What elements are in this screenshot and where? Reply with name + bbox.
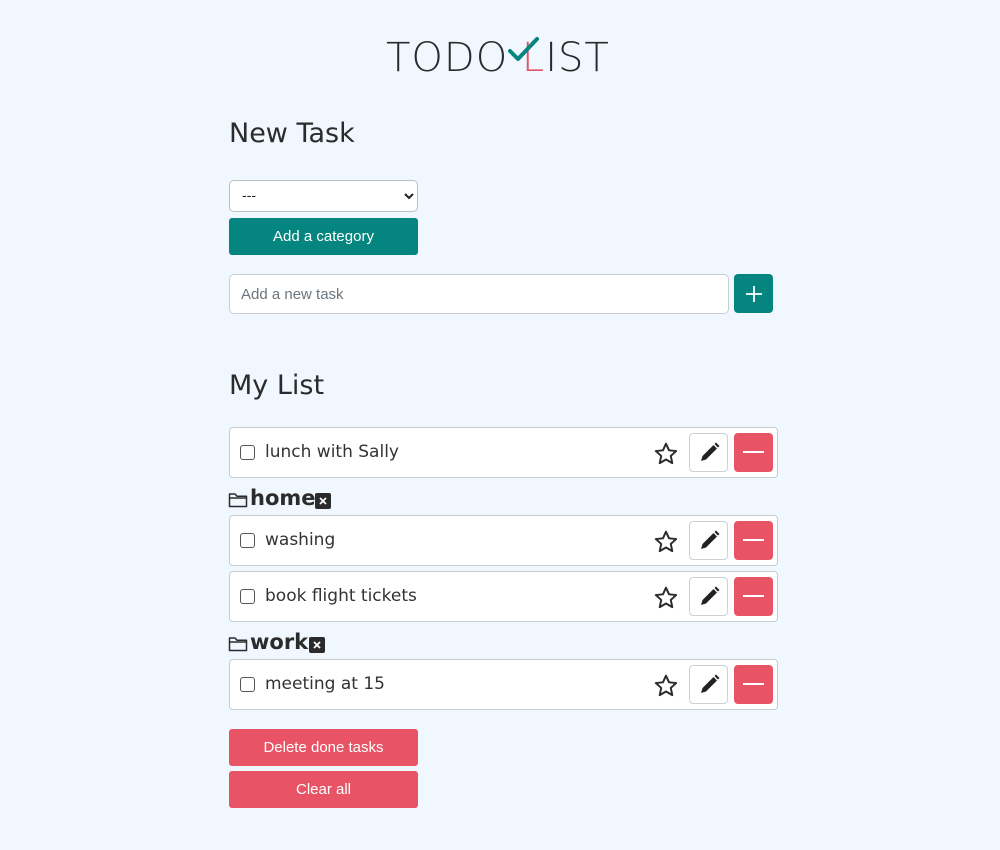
pencil-icon <box>701 530 720 549</box>
plus-icon <box>745 285 762 302</box>
folder-icon <box>228 637 248 652</box>
task-label: washing <box>265 530 336 550</box>
star-outline-icon[interactable] <box>653 529 679 555</box>
delete-task-button[interactable] <box>734 665 773 704</box>
task-label: meeting at 15 <box>265 674 385 694</box>
logo-text-right: IST <box>545 35 610 81</box>
close-icon <box>319 497 327 505</box>
task-checkbox[interactable] <box>240 677 255 692</box>
add-task-button[interactable] <box>734 274 773 313</box>
logo-text-left: TODO <box>386 35 522 81</box>
star-outline-icon[interactable] <box>653 585 679 611</box>
close-icon <box>313 641 321 649</box>
remove-category-button[interactable] <box>315 493 331 509</box>
minus-icon <box>743 539 764 541</box>
task-row: book flight tickets <box>229 571 778 622</box>
delete-task-button[interactable] <box>734 433 773 472</box>
edit-task-button[interactable] <box>689 577 728 616</box>
pencil-icon <box>701 674 720 693</box>
remove-category-button[interactable] <box>309 637 325 653</box>
checkmark-icon <box>508 37 539 61</box>
delete-task-button[interactable] <box>734 521 773 560</box>
star-outline-icon[interactable] <box>653 441 679 467</box>
minus-icon <box>743 683 764 685</box>
task-row: lunch with Sally <box>229 427 778 478</box>
pencil-icon <box>701 442 720 461</box>
task-checkbox[interactable] <box>240 589 255 604</box>
delete-task-button[interactable] <box>734 577 773 616</box>
task-checkbox[interactable] <box>240 445 255 460</box>
edit-task-button[interactable] <box>689 521 728 560</box>
category-name: home <box>250 486 316 510</box>
task-checkbox[interactable] <box>240 533 255 548</box>
new-task-input[interactable] <box>229 274 729 314</box>
category-select[interactable]: --- <box>229 180 418 212</box>
folder-icon <box>228 493 248 508</box>
todo-app: TODO LIST New Task --- Add a category My… <box>0 0 1000 850</box>
delete-done-tasks-button[interactable]: Delete done tasks <box>229 729 418 766</box>
task-label: book flight tickets <box>265 586 417 606</box>
category-header-work: work <box>228 630 328 658</box>
edit-task-button[interactable] <box>689 433 728 472</box>
app-logo: TODO LIST <box>386 34 626 82</box>
pencil-icon <box>701 586 720 605</box>
add-category-button[interactable]: Add a category <box>229 218 418 255</box>
clear-all-button[interactable]: Clear all <box>229 771 418 808</box>
task-row: meeting at 15 <box>229 659 778 710</box>
star-outline-icon[interactable] <box>653 673 679 699</box>
minus-icon <box>743 595 764 597</box>
minus-icon <box>743 451 764 453</box>
task-label: lunch with Sally <box>265 442 399 462</box>
new-task-title: New Task <box>229 118 355 149</box>
edit-task-button[interactable] <box>689 665 728 704</box>
my-list-title: My List <box>229 370 325 401</box>
category-header-home: home <box>228 486 338 514</box>
task-row: washing <box>229 515 778 566</box>
category-name: work <box>250 630 309 654</box>
